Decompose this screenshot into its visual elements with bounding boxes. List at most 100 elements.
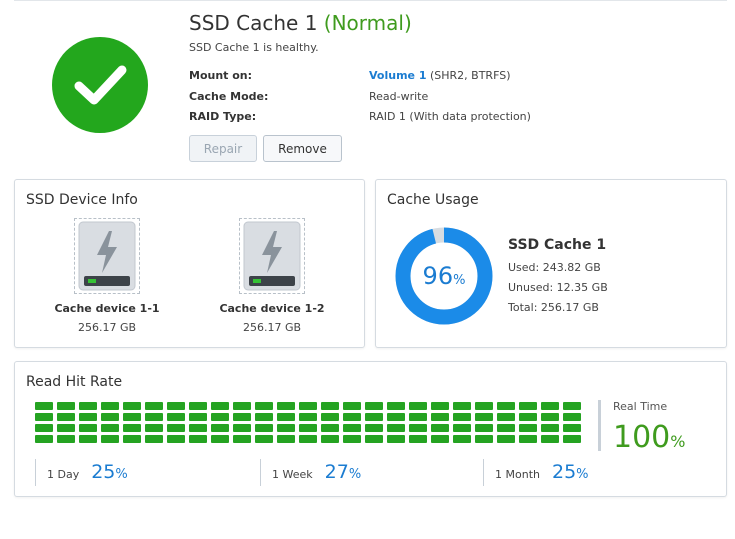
hit-rate-bar: [189, 424, 207, 432]
hit-rate-bar: [277, 402, 295, 410]
cache-mode-label: Cache Mode:: [189, 90, 269, 103]
hit-rate-bar: [541, 413, 559, 421]
hit-rate-bar: [475, 424, 493, 432]
hit-rate-bar: [343, 413, 361, 421]
hit-rate-bar: [497, 424, 515, 432]
hit-rate-bar: [387, 413, 405, 421]
check-icon: [74, 65, 127, 105]
hit-rate-bar: [211, 424, 229, 432]
hit-rate-bar: [123, 424, 141, 432]
hit-rate-bar: [35, 402, 53, 410]
hit-rate-bar: [431, 424, 449, 432]
ssd-drive-icon: [74, 218, 140, 294]
period-1-day: 1 Day 25%: [35, 459, 128, 486]
device-size: 256.17 GB: [242, 321, 302, 334]
total-space: Total: 256.17 GB: [508, 301, 599, 314]
hit-rate-bar: [35, 424, 53, 432]
hit-rate-bar: [79, 424, 97, 432]
hit-rate-bar: [563, 424, 581, 432]
cache-title: SSD Cache 1: [189, 11, 318, 35]
remove-button[interactable]: Remove: [263, 135, 342, 162]
hit-rate-bar: [189, 435, 207, 443]
hit-rate-bar: [519, 435, 537, 443]
period-label: 1 Month: [495, 468, 540, 481]
hit-rate-bar: [431, 435, 449, 443]
hit-rate-bar: [211, 413, 229, 421]
hit-rate-bar: [101, 413, 119, 421]
hit-rate-bar: [453, 435, 471, 443]
hit-rate-bar: [79, 402, 97, 410]
hit-rate-bar: [255, 435, 273, 443]
period-label: 1 Week: [272, 468, 313, 481]
hit-rate-bar: [145, 413, 163, 421]
hit-rate-bar: [167, 435, 185, 443]
raid-type-value: RAID 1 (With data protection): [369, 110, 531, 123]
hit-rate-bar: [321, 435, 339, 443]
hit-rate-bar: [409, 413, 427, 421]
hit-rate-bar: [123, 435, 141, 443]
hit-rate-bar: [343, 424, 361, 432]
raid-type-label: RAID Type:: [189, 110, 257, 123]
unused-space: Unused: 12.35 GB: [508, 281, 608, 294]
usage-percent-sign: %: [453, 272, 466, 288]
read-hit-rate-title: Read Hit Rate: [26, 374, 123, 390]
repair-button[interactable]: Repair: [189, 135, 257, 162]
device-name: Cache device 1-2: [219, 302, 325, 315]
period-1-month: 1 Month 25%: [483, 459, 589, 486]
hit-rate-bar: [167, 413, 185, 421]
hit-rate-bar: [321, 424, 339, 432]
hit-rate-bar: [519, 402, 537, 410]
cache-device-1[interactable]: Cache device 1-1 256.17 GB: [37, 218, 177, 334]
hit-rate-bar: [409, 424, 427, 432]
volume-link[interactable]: Volume 1: [369, 69, 426, 82]
ssd-drive-icon: [239, 218, 305, 294]
hit-rate-bar: [409, 402, 427, 410]
hit-rate-bar: [233, 435, 251, 443]
cache-device-2[interactable]: Cache device 1-2 256.17 GB: [202, 218, 342, 334]
hit-rate-bar: [233, 413, 251, 421]
hit-rate-bar: [475, 413, 493, 421]
hit-rate-bar: [365, 424, 383, 432]
volume-detail: (SHR2, BTRFS): [429, 69, 511, 82]
hit-rate-bar: [57, 435, 75, 443]
top-divider: [14, 0, 727, 1]
status-check-icon: [52, 37, 148, 133]
usage-percent-value: 96: [422, 262, 454, 290]
hit-rate-bar: [167, 402, 185, 410]
usage-percent: 96%: [395, 227, 493, 325]
hit-rate-bar: [57, 413, 75, 421]
real-time-label: Real Time: [613, 400, 668, 413]
hit-rate-bar: [167, 424, 185, 432]
real-time-value: 100%: [613, 420, 685, 455]
hit-rate-bar: [519, 413, 537, 421]
hit-rate-bar: [563, 402, 581, 410]
hit-rate-bar: [409, 435, 427, 443]
hit-rate-bar: [497, 413, 515, 421]
hit-rate-bar: [189, 413, 207, 421]
mount-value: Volume 1 (SHR2, BTRFS): [369, 69, 510, 82]
ssd-device-info-title: SSD Device Info: [26, 192, 138, 208]
hit-rate-bar: [321, 402, 339, 410]
hit-rate-bar: [365, 413, 383, 421]
hit-rate-bar: [255, 402, 273, 410]
cache-name: SSD Cache 1: [508, 237, 607, 253]
hit-rate-bar: [497, 435, 515, 443]
hit-rate-bar: [365, 435, 383, 443]
hit-rate-bar: [563, 413, 581, 421]
hit-rate-bar: [189, 402, 207, 410]
real-time-divider: [598, 400, 601, 451]
hit-rate-bar: [453, 424, 471, 432]
hit-rate-bar: [101, 402, 119, 410]
hit-rate-bar: [541, 402, 559, 410]
hit-rate-bar: [475, 402, 493, 410]
used-space: Used: 243.82 GB: [508, 261, 601, 274]
hit-rate-bar: [101, 424, 119, 432]
hit-rate-bar: [365, 402, 383, 410]
hit-rate-bar: [343, 435, 361, 443]
hit-rate-bar: [563, 435, 581, 443]
hit-rate-bar: [35, 435, 53, 443]
cache-usage-panel: Cache Usage 96% SSD Cache 1 Used: 243.82…: [375, 179, 727, 348]
hit-rate-bar: [453, 402, 471, 410]
hit-rate-bar: [277, 424, 295, 432]
mount-label: Mount on:: [189, 69, 253, 82]
